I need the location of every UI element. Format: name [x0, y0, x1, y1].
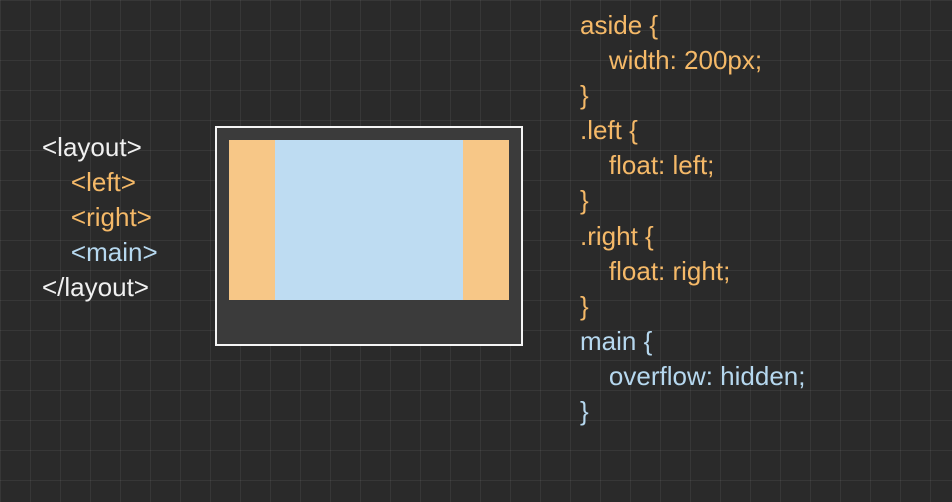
css-left-selector: .left {	[580, 113, 805, 148]
css-left-float: float: left;	[580, 148, 805, 183]
css-main-overflow: overflow: hidden;	[580, 359, 805, 394]
css-right-float: float: right;	[580, 254, 805, 289]
css-left-close: }	[580, 183, 805, 218]
css-right-close: }	[580, 289, 805, 324]
html-tag-open: <layout>	[42, 130, 158, 165]
html-snippet: <layout> <left> <right> <main> </layout>	[42, 130, 158, 305]
layout-preview	[215, 126, 523, 346]
html-tag-close: </layout>	[42, 270, 158, 305]
preview-right-aside	[463, 140, 509, 300]
css-aside-close: }	[580, 78, 805, 113]
preview-left-aside	[229, 140, 275, 300]
css-aside-selector: aside {	[580, 8, 805, 43]
html-tag-left: <left>	[42, 165, 158, 200]
preview-main	[275, 140, 463, 300]
css-main-close: }	[580, 394, 805, 429]
layout-preview-inner	[229, 140, 509, 300]
html-tag-main: <main>	[42, 235, 158, 270]
html-tag-right: <right>	[42, 200, 158, 235]
css-snippet: aside { width: 200px; } .left { float: l…	[580, 8, 805, 429]
css-aside-width: width: 200px;	[580, 43, 805, 78]
css-right-selector: .right {	[580, 219, 805, 254]
css-main-selector: main {	[580, 324, 805, 359]
